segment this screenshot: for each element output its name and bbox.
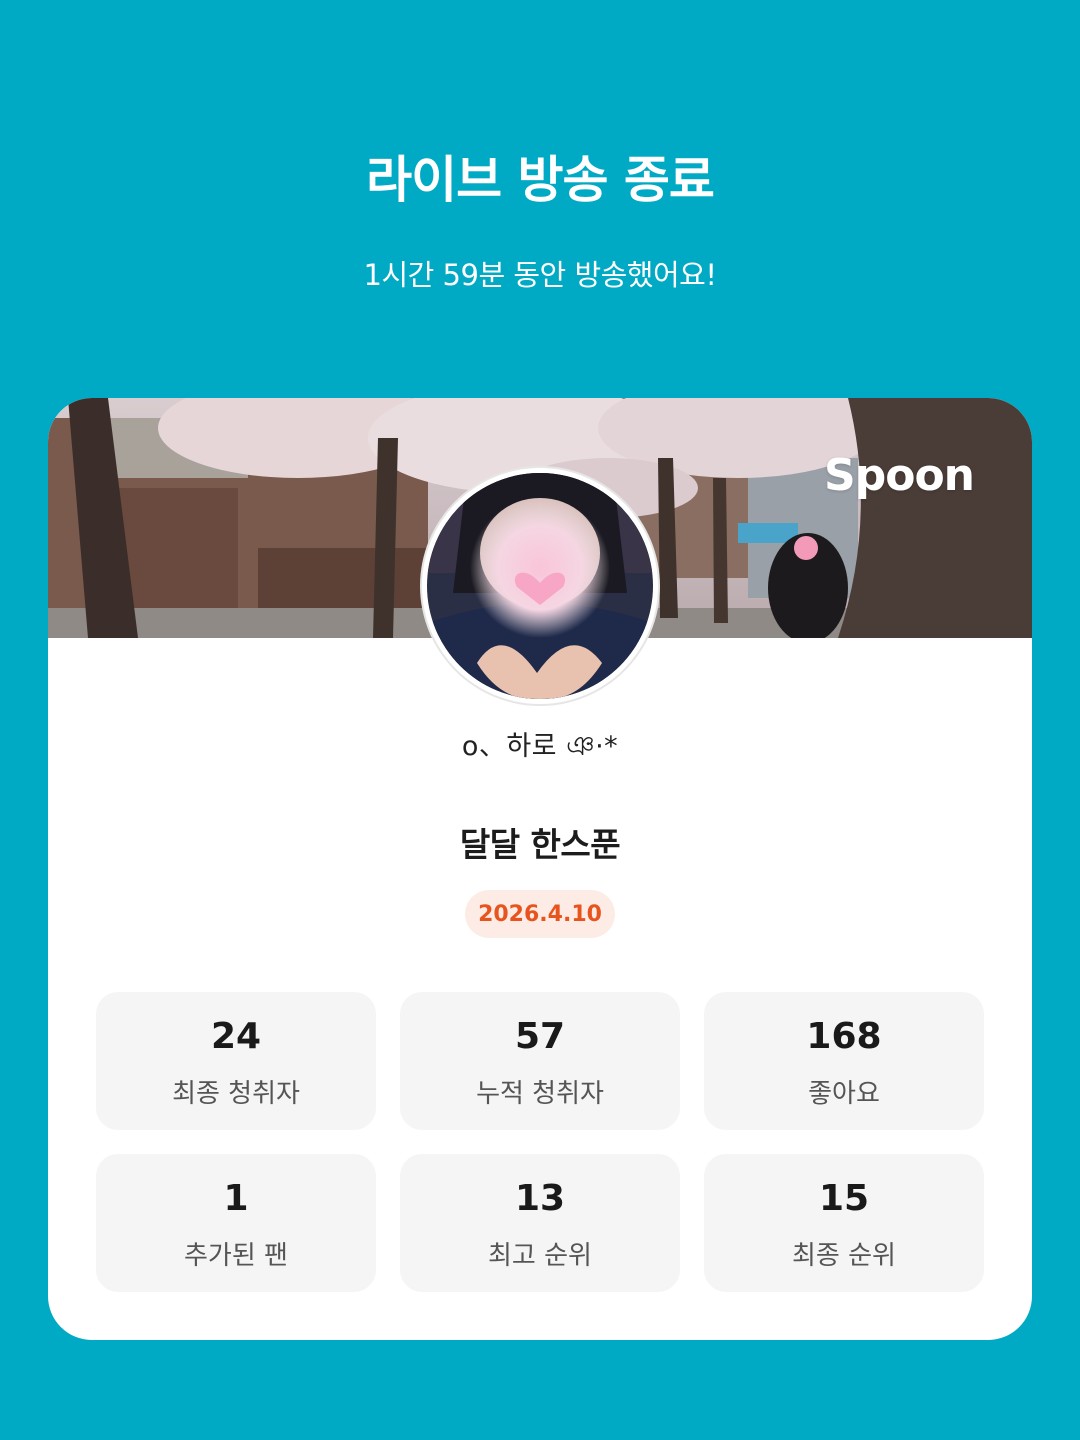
broadcast-date-badge: 2026.4.10 — [465, 890, 615, 938]
stat-label: 좋아요 — [808, 1079, 880, 1109]
stat-cumulative-listeners: 57 누적 청취자 — [400, 992, 680, 1130]
broadcast-summary-card: Spoon ο、하로 ঞ·* 달달 한스푼 2026.4.10 24 최종 청취… — [48, 398, 1032, 1340]
dj-nickname: ο、하로 ঞ·* — [461, 731, 619, 762]
spoon-logo: Spoon — [824, 450, 975, 501]
stat-value: 24 — [210, 1016, 262, 1057]
stat-value: 168 — [806, 1016, 882, 1057]
broadcast-title: 달달 한스푼 — [459, 825, 621, 864]
stat-new-fans: 1 추가된 팬 — [96, 1154, 376, 1292]
stat-value: 1 — [223, 1178, 249, 1219]
stat-label: 추가된 팬 — [184, 1241, 288, 1271]
stat-final-listeners: 24 최종 청취자 — [96, 992, 376, 1130]
stat-label: 최종 청취자 — [172, 1079, 300, 1109]
stat-value: 15 — [818, 1178, 870, 1219]
stats-grid: 24 최종 청취자 57 누적 청취자 168 좋아요 1 추가된 팬 13 최… — [96, 992, 984, 1292]
live-ended-screen: 라이브 방송 종료 1시간 59분 동안 방송했어요! Spoon ο、하로 ঞ… — [0, 0, 1080, 1440]
stat-label: 누적 청취자 — [476, 1079, 604, 1109]
page-title: 라이브 방송 종료 — [366, 151, 715, 209]
stat-final-rank: 15 최종 순위 — [704, 1154, 984, 1292]
broadcast-duration-text: 1시간 59분 동안 방송했어요! — [363, 258, 717, 292]
stat-value: 57 — [514, 1016, 566, 1057]
stat-label: 최고 순위 — [488, 1241, 592, 1271]
dj-avatar — [422, 468, 658, 704]
stat-label: 최종 순위 — [792, 1241, 896, 1271]
stat-best-rank: 13 최고 순위 — [400, 1154, 680, 1292]
stat-value: 13 — [514, 1178, 566, 1219]
stat-likes: 168 좋아요 — [704, 992, 984, 1130]
